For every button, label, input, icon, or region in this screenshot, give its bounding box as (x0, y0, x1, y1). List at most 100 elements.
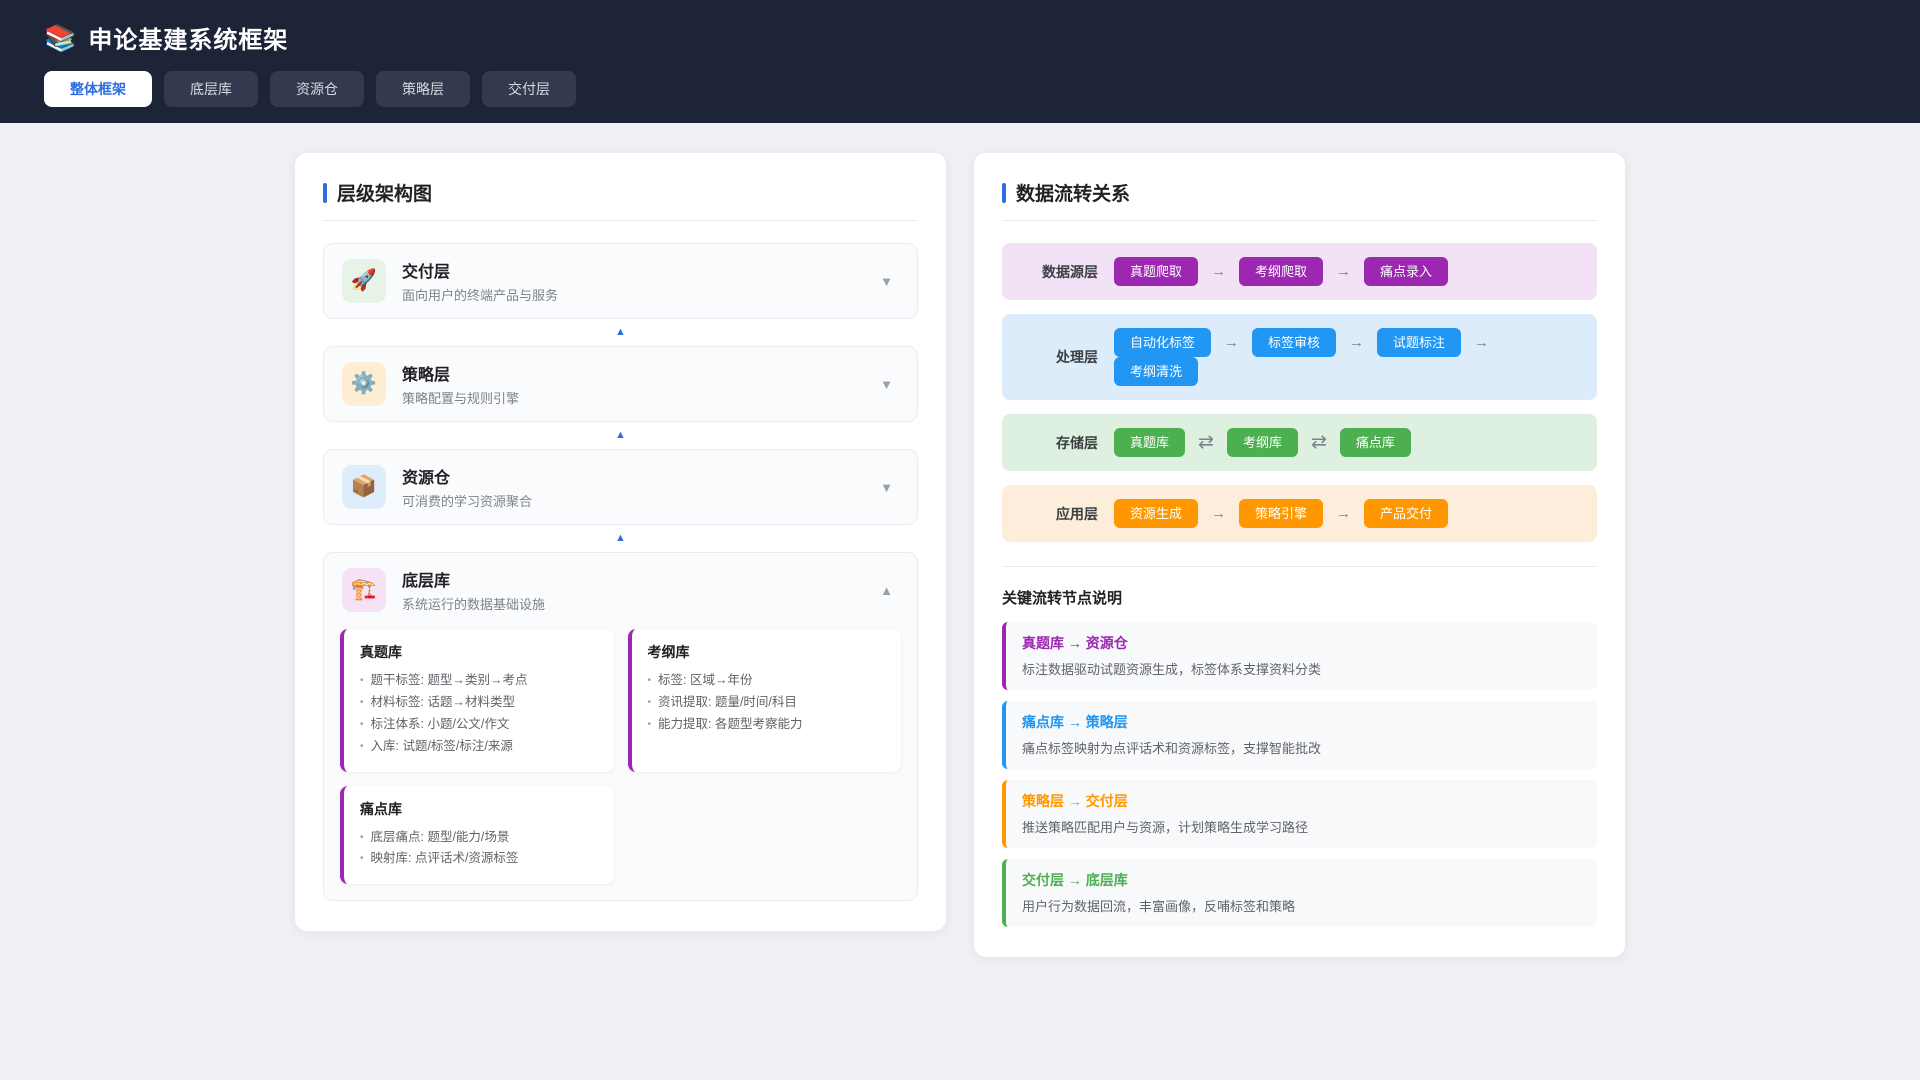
swap-arrow-icon: ⇄ (1310, 432, 1327, 453)
layer-header-资源仓[interactable]: 📦 资源仓 可消费的学习资源聚合 ▼ (324, 450, 917, 524)
sub-card-title: 痛点库 (360, 800, 402, 817)
hierarchy-title-text: 层级架构图 (337, 184, 433, 205)
layer-desc: 面向用户的终端产品与服务 (402, 288, 559, 303)
flow-row-存储层: 存储层 真题库 ⇄ 考纲库 ⇄ 痛点库 (1002, 414, 1597, 471)
right-arrow-icon: → (1336, 263, 1352, 280)
sub-card-真题库: 真题库 • 题干标签: 题型→类别→考点 • 材料标签: 话题→材料类型 • 标注体系: 小… (340, 629, 614, 772)
note-title: 真题库 → 资源仓 (1022, 635, 1128, 651)
layer-meta: 交付层面向用户的终端产品与服务 (402, 258, 858, 304)
layer-name: 策略层 (402, 367, 451, 384)
flow-node-产品交付: 产品交付 (1364, 499, 1449, 528)
flow-row-label: 数据源层 (1042, 263, 1098, 280)
chevron-down-icon: ▼ (880, 376, 893, 392)
layer-desc: 可消费的学习资源聚合 (402, 494, 533, 509)
bullet-item: • 材料标签: 话题→材料类型 (360, 692, 598, 714)
flow-node-自动化标签: 自动化标签 (1114, 328, 1212, 357)
note-list: 真题库 → 资源仓标注数据驱动试题资源生成，标签体系支撑资料分类痛点库 → 策略… (1002, 622, 1597, 927)
sub-card-考纲库: 考纲库 • 标签: 区域→年份 • 资讯提取: 题量/时间/科目 • 能力提取: 各题型考察… (627, 629, 901, 772)
layer-name: 资源仓 (402, 470, 451, 487)
bullet-dot-icon: • (360, 675, 364, 686)
note-desc: 标注数据驱动试题资源生成，标签体系支撑资料分类 (1022, 662, 1322, 677)
note-title: 交付层 → 底层库 (1022, 872, 1128, 888)
flow-row-label: 存储层 (1056, 434, 1098, 451)
tab-资源仓[interactable]: 资源仓 (270, 71, 364, 107)
bullet-dot-icon: • (360, 696, 364, 708)
layer-header-交付层[interactable]: 🚀 交付层面向用户的终端产品与服务 ▼ (324, 244, 917, 318)
sub-card-bullets: • 题干标签: 题型→类别→考点 • 材料标签: 话题→材料类型 • 标注体系: 小题/公… (360, 670, 598, 758)
title-accent-bar (1002, 182, 1006, 203)
flow-node-标签审核: 标签审核 (1252, 328, 1337, 357)
package-icon: 📦 (342, 465, 386, 509)
bullet-item: • 映射库: 点评话术/资源标签 (360, 848, 598, 870)
dataflow-panel-title: 数据流转关系 (1002, 179, 1597, 221)
bullet-text: 题干标签: 题型→类别→考点 (370, 673, 528, 687)
flow-nodes: 自动化标签 → 标签审核 → 试题标注 → 考纲清洗 (1114, 328, 1581, 386)
flow-row-处理层: 处理层 自动化标签 → 标签审核 → 试题标注 → 考纲清洗 (1002, 314, 1597, 400)
bullet-dot-icon: • (360, 831, 364, 843)
flow-nodes: 真题爬取 → 考纲爬取 → 痛点录入 (1114, 257, 1449, 286)
rocket-icon: 🚀 (342, 259, 386, 303)
layer-card-底层库: 🏗️ 底层库系统运行的数据基础设施 ▲ 真题库 • 题干标签: 题型→类别→考点 • 材料标签… (323, 552, 918, 902)
right-arrow-icon: → (1211, 505, 1227, 522)
layer-name: 底层库 (402, 573, 451, 590)
bullet-text: 标签: 区域→年份 (658, 673, 753, 687)
bullet-dot-icon: • (360, 853, 364, 865)
crane-icon: 🏗️ (342, 568, 386, 612)
tab-底层库[interactable]: 底层库 (164, 71, 258, 107)
dataflow-title-text: 数据流转关系 (1016, 184, 1131, 205)
note-desc: 推送策略匹配用户与资源，计划策略生成学习路径 (1022, 820, 1309, 835)
dataflow-panel: 数据流转关系 数据源层 真题爬取 → 考纲爬取 → 痛点录入 处理层 自动化标签 → 标签审核 → 试… (974, 153, 1625, 957)
title-accent-bar (323, 182, 327, 203)
flow-node-痛点录入: 痛点录入 (1364, 257, 1449, 286)
flow-nodes: 资源生成 → 策略引擎 → 产品交付 (1114, 499, 1449, 528)
bullet-dot-icon: • (647, 675, 652, 686)
flow-up-arrow-icon: ▲ (615, 429, 626, 441)
right-arrow-icon: → (1349, 334, 1365, 351)
layer-name: 交付层 (402, 264, 451, 281)
right-arrow-icon: → (1211, 263, 1227, 280)
bullet-text: 底层痛点: 题型/能力/场景 (370, 829, 510, 844)
layer-header-底层库[interactable]: 🏗️ 底层库系统运行的数据基础设施 ▲ (324, 553, 917, 627)
brand: 📚 申论基建系统框架 (44, 20, 1876, 55)
flow-row-label: 应用层 (1056, 505, 1098, 522)
layer-meta: 策略层 策略配置与规则引擎 (402, 361, 858, 407)
sub-card-bullets: • 底层痛点: 题型/能力/场景 • 映射库: 点评话术/资源标签 (360, 827, 598, 871)
main-content: 层级架构图 🚀 交付层 面向用户的终端产品与服务 ▼ ▲ ⚙️ 策略层 策略配置与规则引擎 ▼ ▲… (295, 153, 1625, 1017)
flow-up-arrow-icon: ▲ (615, 326, 626, 338)
layer-meta: 底层库系统运行的数据基础设施 (402, 567, 858, 613)
bullet-text: 能力提取: 各题型考察能力 (658, 716, 803, 731)
bullet-dot-icon: • (647, 696, 652, 708)
flow-up-arrow-icon: ▲ (615, 532, 626, 544)
layer-header-策略层[interactable]: ⚙️ 策略层 策略配置与规则引擎 ▼ (324, 347, 917, 421)
bullet-text: 入库: 试题/标签/标注/来源 (370, 738, 513, 753)
bullet-dot-icon: • (647, 718, 652, 730)
right-arrow-icon: → (1224, 334, 1240, 351)
note-item: 痛点库 → 策略层 痛点标签映射为点评话术和资源标签，支撑智能批改 (1002, 701, 1597, 769)
chevron-up-icon: ▲ (880, 582, 893, 598)
flow-list: 数据源层 真题爬取 → 考纲爬取 → 痛点录入 处理层 自动化标签 → 标签审核 → 试题标注 → 考纲清… (1002, 243, 1597, 542)
bullet-dot-icon: • (360, 740, 364, 752)
hierarchy-panel: 层级架构图 🚀 交付层 面向用户的终端产品与服务 ▼ ▲ ⚙️ 策略层 策略配置与规则引擎 ▼ ▲… (295, 153, 946, 932)
sub-card-title: 真题库 (360, 644, 402, 660)
layer-desc: 系统运行的数据基础设施 (402, 597, 546, 612)
flow-row-label: 处理层 (1056, 349, 1098, 365)
tab-策略层[interactable]: 策略层 (376, 71, 470, 107)
flow-node-考纲库: 考纲库 (1226, 428, 1298, 457)
sub-card-title: 考纲库 (647, 644, 690, 660)
chevron-down-icon: ▼ (880, 273, 893, 289)
note-item: 策略层 → 交付层 推送策略匹配用户与资源，计划策略生成学习路径 (1002, 780, 1597, 848)
note-item: 真题库 → 资源仓标注数据驱动试题资源生成，标签体系支撑资料分类 (1002, 622, 1597, 690)
note-desc: 用户行为数据回流，丰富画像，反哺标签和策略 (1022, 899, 1296, 914)
bullet-dot-icon: • (360, 718, 364, 730)
bullet-text: 映射库: 点评话术/资源标签 (370, 851, 519, 866)
tab-整体框架[interactable]: 整体框架 (44, 71, 152, 107)
flow-node-资源生成: 资源生成 (1114, 499, 1199, 528)
flow-node-痛点库: 痛点库 (1339, 428, 1411, 457)
layer-card-策略层: ⚙️ 策略层 策略配置与规则引擎 ▼ (323, 346, 918, 422)
bullet-text: 标注体系: 小题/公文/作文 (370, 716, 510, 731)
tab-交付层[interactable]: 交付层 (482, 71, 576, 107)
sub-card-bullets: • 标签: 区域→年份 • 资讯提取: 题量/时间/科目 • 能力提取: 各题型考察能力 (648, 670, 886, 736)
bullet-item: • 能力提取: 各题型考察能力 (648, 714, 886, 736)
bullet-item: • 标签: 区域→年份 (648, 670, 886, 692)
bullet-text: 资讯提取: 题量/时间/科目 (658, 694, 797, 709)
